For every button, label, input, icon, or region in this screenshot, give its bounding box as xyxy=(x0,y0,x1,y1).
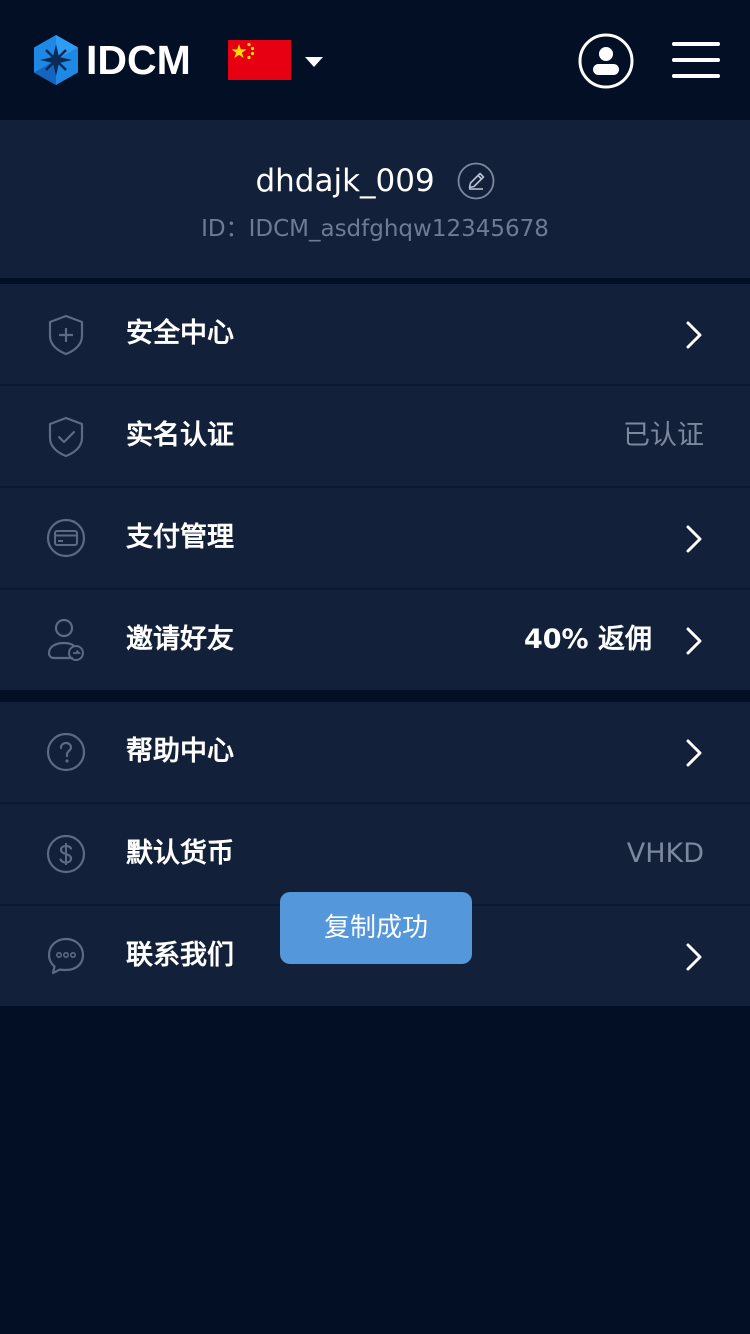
user-id[interactable]: ID：IDCM_asdfghqw12345678 xyxy=(0,212,750,246)
hamburger-menu-icon[interactable] xyxy=(672,40,720,80)
caret-down-icon[interactable] xyxy=(305,56,323,68)
menu-item-label: 支付管理 xyxy=(126,522,234,553)
chevron-right-icon xyxy=(686,525,702,553)
chat-bubble-icon xyxy=(47,937,85,975)
commission-badge: 40% 返佣 xyxy=(523,624,652,655)
china-flag-icon[interactable] xyxy=(228,40,291,80)
chevron-right-icon xyxy=(686,627,702,655)
menu-item-label: 安全中心 xyxy=(126,318,234,349)
default-currency-value: VHKD xyxy=(626,838,704,869)
shield-plus-icon xyxy=(48,314,84,356)
menu-item-help-center[interactable]: 帮助中心 xyxy=(0,702,750,804)
chevron-right-icon xyxy=(686,943,702,971)
menu-item-real-name-verification[interactable]: 实名认证 已认证 xyxy=(0,386,750,488)
profile-card: dhdajk_009 ID：IDCM_asdfghqw12345678 xyxy=(0,120,750,278)
invite-user-icon xyxy=(47,618,84,661)
app-header: IDCM xyxy=(0,0,750,120)
menu-item-label: 联系我们 xyxy=(126,940,234,971)
copy-success-toast: 复制成功 xyxy=(280,892,472,964)
menu-item-label: 实名认证 xyxy=(126,420,234,451)
menu-item-default-currency[interactable]: 默认货币 VHKD xyxy=(0,804,750,906)
brand-name: IDCM xyxy=(86,37,191,83)
username: dhdajk_009 xyxy=(255,162,435,199)
chevron-right-icon xyxy=(686,321,702,349)
help-circle-icon xyxy=(46,732,86,772)
edit-pencil-icon[interactable] xyxy=(457,162,495,200)
menu-item-security-center[interactable]: 安全中心 xyxy=(0,284,750,386)
verification-status: 已认证 xyxy=(623,420,704,451)
menu-item-payment-management[interactable]: 支付管理 xyxy=(0,488,750,590)
menu-item-label: 帮助中心 xyxy=(126,736,234,767)
shield-check-icon xyxy=(48,416,84,458)
user-circle-icon[interactable] xyxy=(578,33,634,89)
menu-item-label: 默认货币 xyxy=(126,838,234,869)
hexagon-star-logo[interactable] xyxy=(32,34,80,86)
menu-item-invite-friends[interactable]: 邀请好友 40% 返佣 xyxy=(0,590,750,690)
dollar-circle-icon xyxy=(46,834,86,874)
menu-item-label: 邀请好友 xyxy=(126,624,234,655)
menu-group-account: 安全中心 实名认证 已认证 支付管理 邀请好友 40% 返佣 xyxy=(0,284,750,690)
chevron-right-icon xyxy=(686,739,702,767)
payment-card-icon xyxy=(46,518,86,558)
username-row: dhdajk_009 xyxy=(0,157,750,201)
